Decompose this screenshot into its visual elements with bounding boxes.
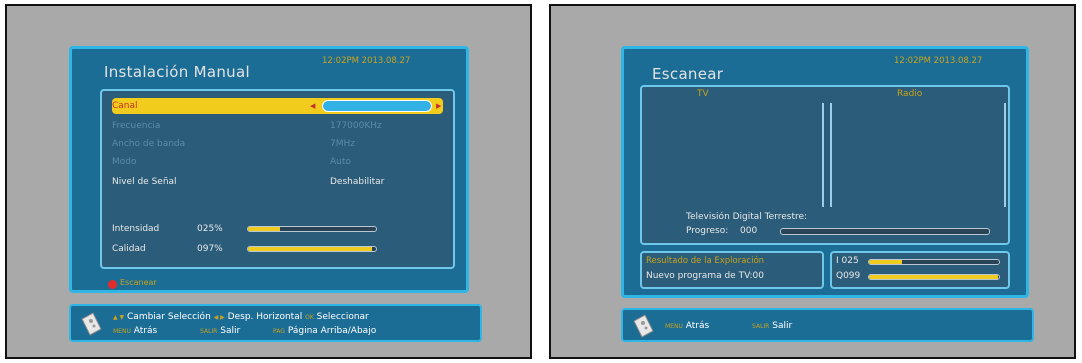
ok-key: OK <box>305 314 314 321</box>
mode-value: Auto <box>330 157 351 167</box>
exit-key: SALIR <box>752 323 770 330</box>
change-selection-hint: Cambiar Selección <box>127 312 211 322</box>
left-right-icon: ◀ ▶ <box>213 314 225 321</box>
left-footer: ▲ ▼ Cambiar Selección ◀ ▶ Desp. Horizont… <box>69 304 482 342</box>
h-scroll-hint: Desp. Horizontal <box>227 312 303 322</box>
select-hint: Seleccionar <box>316 312 369 322</box>
frequency-value: 177000KHz <box>330 121 382 131</box>
exit-hint: Salir <box>220 326 241 336</box>
exit-key: SALIR <box>200 328 218 335</box>
signal-level-value: Deshabilitar <box>330 177 385 187</box>
intensity-label: Intensidad <box>112 224 160 234</box>
q-fill <box>869 275 998 279</box>
up-down-icon: ▲ ▼ <box>113 314 125 321</box>
i-label: I 025 <box>836 256 859 266</box>
menu-key: MENU <box>113 328 131 335</box>
channel-row[interactable]: Canal ◀ ▶ <box>112 98 443 114</box>
manual-install-panel: Instalación Manual 12:02PM 2013.08.27 Ca… <box>69 46 469 293</box>
tv-header: TV <box>697 89 709 99</box>
bandwidth-row: Ancho de banda 7MHz <box>112 136 443 152</box>
footer-row-1: ▲ ▼ Cambiar Selección ◀ ▶ Desp. Horizont… <box>113 312 369 322</box>
scan-screen: Escanear 12:02PM 2013.08.27 TV Radio Tel… <box>549 4 1076 359</box>
bandwidth-value: 7MHz <box>330 139 355 149</box>
scan-result-box: Resultado de la Exploración Nuevo progra… <box>640 251 824 289</box>
exit-hint: Salir <box>772 321 793 331</box>
quality-row: Calidad 097% <box>112 241 443 257</box>
channel-label: Canal <box>112 101 138 111</box>
radio-header: Radio <box>897 89 923 99</box>
quality-fill <box>248 247 373 251</box>
footer-row-2: MENU Atrás SALIR Salir PAG Página Arriba… <box>113 326 376 336</box>
manual-install-screen: Instalación Manual 12:02PM 2013.08.27 Ca… <box>5 4 532 359</box>
mode-label: Modo <box>112 157 137 167</box>
right-footer: MENU Atrás SALIR Salir <box>621 308 1034 342</box>
arrow-right-icon[interactable]: ▶ <box>436 98 441 114</box>
q-meter <box>868 274 1000 280</box>
progress-bar <box>780 228 990 235</box>
back-hint: Atrás <box>685 321 710 331</box>
tv-list[interactable] <box>646 103 824 207</box>
remote-control-icon <box>633 314 654 338</box>
footer-row: MENU Atrás SALIR Salir <box>665 321 792 331</box>
intensity-fill <box>248 227 280 231</box>
q-label: Q099 <box>836 271 861 281</box>
intensity-meter <box>247 226 377 232</box>
intensity-row: Intensidad 025% <box>112 221 443 237</box>
page-hint: Página Arriba/Abajo <box>287 326 377 336</box>
channel-list-box: TV Radio Televisión Digital Terrestre: P… <box>640 85 1010 245</box>
back-hint: Atrás <box>133 326 158 336</box>
signal-level-row[interactable]: Nivel de Señal Deshabilitar <box>112 174 443 190</box>
channel-value-pill[interactable] <box>322 100 432 112</box>
frequency-row: Frecuencia 177000KHz <box>112 118 443 134</box>
remote-control-icon <box>81 312 102 336</box>
red-button-icon <box>108 280 117 289</box>
quality-value: 097% <box>197 244 223 254</box>
intensity-value: 025% <box>197 224 223 234</box>
progress-value: 000 <box>740 226 758 236</box>
scan-panel: Escanear 12:02PM 2013.08.27 TV Radio Tel… <box>621 46 1029 298</box>
signal-box: I 025 Q099 <box>830 251 1010 289</box>
menu-key: MENU <box>665 323 683 330</box>
new-tv-count: Nuevo programa de TV:00 <box>646 271 764 281</box>
arrow-left-icon[interactable]: ◀ <box>310 98 315 114</box>
quality-meter <box>247 246 377 252</box>
page-title: Instalación Manual <box>104 63 250 81</box>
dtv-label: Televisión Digital Terrestre: <box>686 212 808 222</box>
progress-label: Progreso: <box>686 226 729 236</box>
i-meter <box>868 259 1000 265</box>
signal-level-label: Nivel de Señal <box>112 177 177 187</box>
clock: 12:02PM 2013.08.27 <box>894 56 983 66</box>
radio-list[interactable] <box>830 103 1006 207</box>
pag-key: PAG <box>273 328 285 335</box>
settings-box: Canal ◀ ▶ Frecuencia 177000KHz Ancho de … <box>100 89 455 269</box>
i-fill <box>869 260 902 264</box>
page-title: Escanear <box>652 65 724 83</box>
quality-label: Calidad <box>112 244 146 254</box>
clock: 12:02PM 2013.08.27 <box>322 56 411 66</box>
frequency-label: Frecuencia <box>112 121 161 131</box>
result-label: Resultado de la Exploración <box>646 256 765 266</box>
scan-button[interactable]: Escanear <box>120 278 157 287</box>
bandwidth-label: Ancho de banda <box>112 139 186 149</box>
mode-row: Modo Auto <box>112 154 443 170</box>
